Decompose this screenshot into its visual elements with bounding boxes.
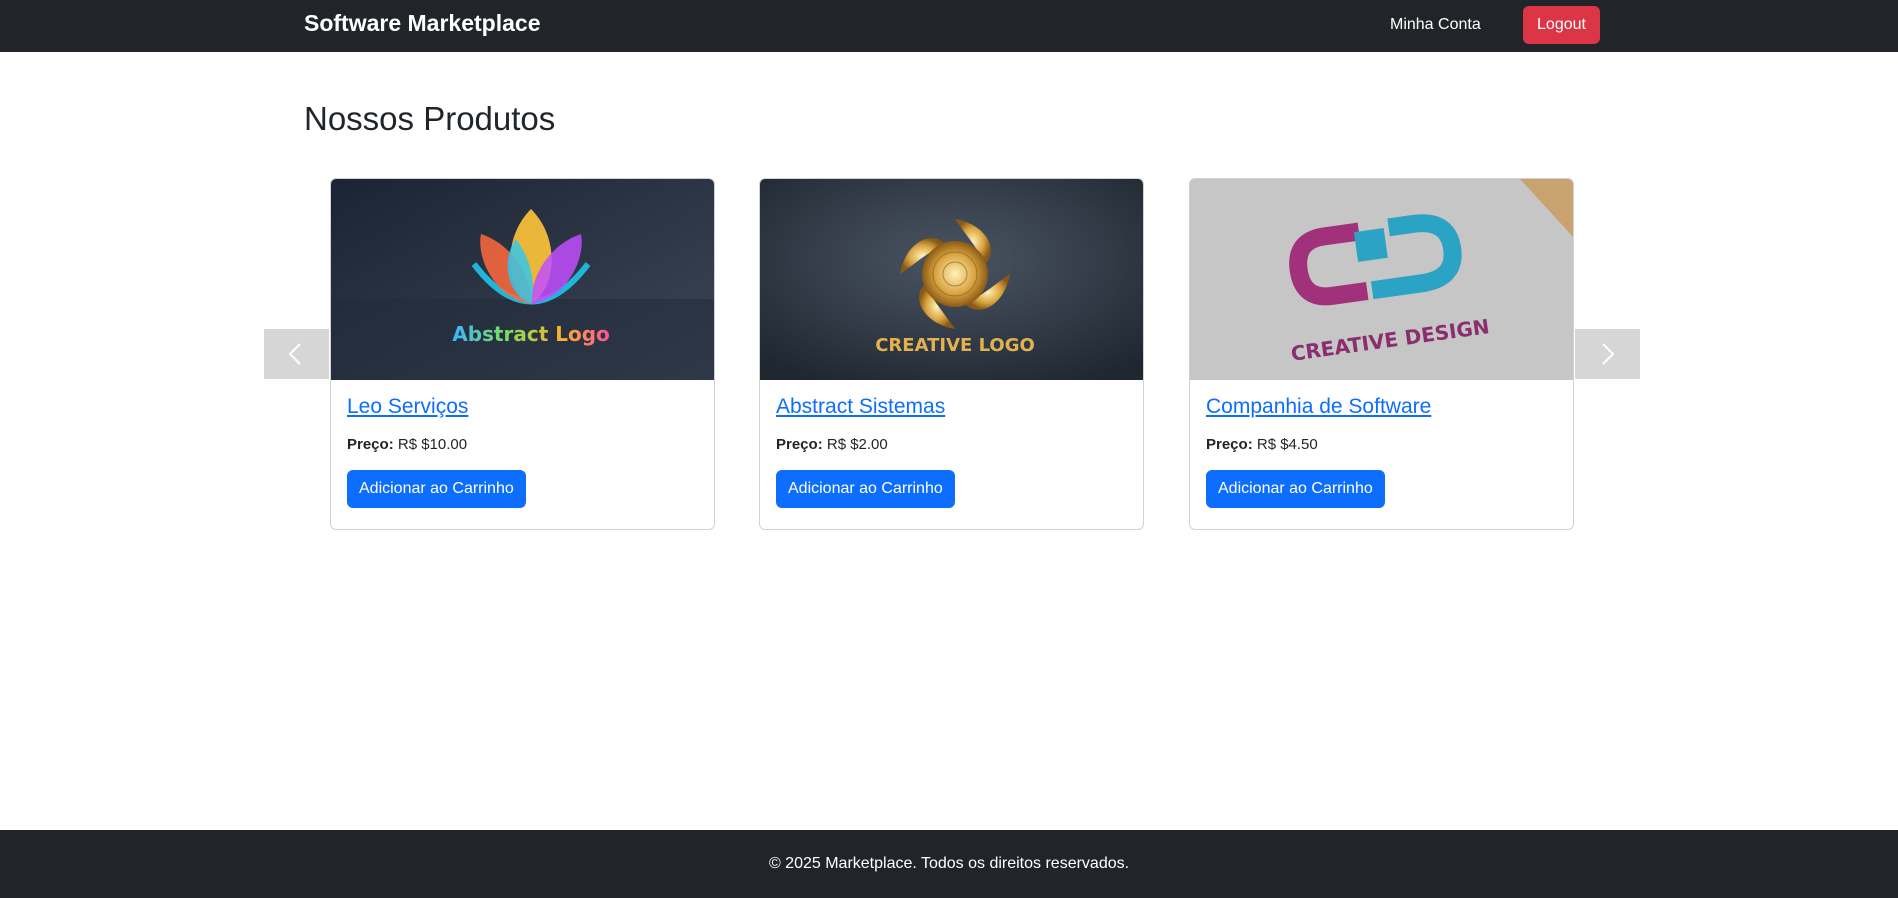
product-carousel: Abstract Logo Leo Serviços Preço: R$ $10… [264,178,1640,530]
product-card: CREATIVE DESIGN Companhia de Software Pr… [1189,178,1574,530]
product-price: Preço: R$ $2.00 [776,436,1127,453]
price-label: Preço: [347,436,394,453]
product-image: Abstract Logo [331,179,714,380]
carousel-next-button[interactable] [1575,329,1640,379]
add-to-cart-button[interactable]: Adicionar ao Carrinho [347,470,526,508]
product-image: CREATIVE DESIGN [1190,179,1573,380]
price-value: R$ $10.00 [397,436,468,453]
carousel-prev-button[interactable] [264,329,329,379]
logo-text: CREATIVE LOGO [875,335,1035,356]
price-value: R$ $2.00 [826,436,888,453]
brand-link[interactable]: Software Marketplace [304,10,540,37]
logo-text: Abstract Logo [452,322,610,346]
footer: © 2025 Marketplace. Todos os direitos re… [0,830,1898,898]
product-card: Abstract Logo Leo Serviços Preço: R$ $10… [330,178,715,530]
chevron-left-icon [288,343,301,365]
page-title: Nossos Produtos [304,100,556,137]
product-price: Preço: R$ $4.50 [1206,436,1557,453]
product-image: CREATIVE LOGO [760,179,1143,380]
chevron-right-icon [1602,343,1615,365]
navbar: Software Marketplace Minha Conta Logout [0,0,1898,52]
price-label: Preço: [776,436,823,453]
product-card: CREATIVE LOGO Abstract Sistemas Preço: R… [759,178,1144,530]
footer-copyright: © 2025 Marketplace. Todos os direitos re… [768,855,1130,872]
product-title-link[interactable]: Leo Serviços [347,395,698,419]
my-account-link[interactable]: Minha Conta [1390,16,1481,34]
add-to-cart-button[interactable]: Adicionar ao Carrinho [776,470,955,508]
product-title-link[interactable]: Abstract Sistemas [776,395,1127,419]
add-to-cart-button[interactable]: Adicionar ao Carrinho [1206,470,1385,508]
price-value: R$ $4.50 [1256,436,1318,453]
price-label: Preço: [1206,436,1253,453]
product-title-link[interactable]: Companhia de Software [1206,395,1557,419]
product-price: Preço: R$ $10.00 [347,436,698,453]
logout-button[interactable]: Logout [1523,6,1600,44]
